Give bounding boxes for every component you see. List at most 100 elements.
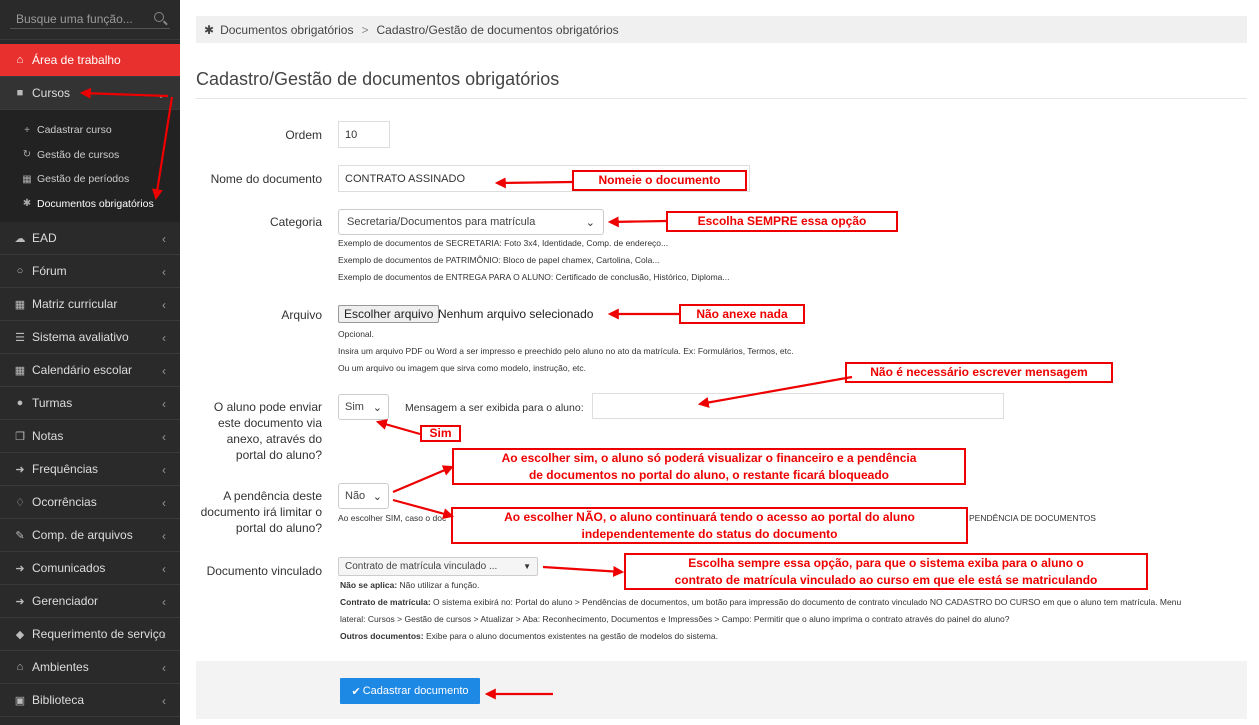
categoria-help: Exemplo de documentos de SECRETARIA: Fot… (338, 235, 730, 286)
calendar-icon: ▦ (22, 173, 32, 185)
annotation-line: Ao escolher sim, o aluno só poderá visua… (501, 450, 917, 465)
pendencia-help-start: Ao escolher SIM, caso o doc (338, 513, 447, 523)
sidebar-item-ambientes[interactable]: ⌂ Ambientes ‹ (0, 651, 180, 684)
sidebar-item-label: Sistema avaliativo (32, 330, 129, 344)
sidebar-item-area-de-trabalho[interactable]: ⌂ Área de trabalho (0, 44, 180, 77)
sidebar-item-label: Fórum (32, 264, 67, 278)
documento-vinculado-selected-value: Contrato de matrícula vinculado ... (345, 561, 498, 572)
sidebar-item-ead[interactable]: ☁ EAD ‹ (0, 222, 180, 255)
arquivo-label: Arquivo (281, 308, 322, 322)
enviar-anexo-selected-value: Sim (345, 401, 364, 413)
check-icon: ✔ (351, 685, 361, 698)
enviar-anexo-select[interactable]: Sim ⌄ (338, 394, 389, 420)
chevron-left-icon: ‹ (162, 562, 166, 576)
sidebar-item-ocorrencias[interactable]: ♢ Ocorrências ‹ (0, 486, 180, 519)
sidebar-item-sistema-avaliativo[interactable]: ☰ Sistema avaliativo ‹ (0, 321, 180, 354)
sidebar-item-turmas[interactable]: ● Turmas ‹ (0, 387, 180, 420)
sidebar-subitem-gestao-de-cursos[interactable]: ↻ Gestão de cursos (0, 143, 180, 168)
sidebar-item-comunicados[interactable]: ➜ Comunicados ‹ (0, 552, 180, 585)
sidebar-subitem-documentos-obrigatorios[interactable]: ✱ Documentos obrigatórios (0, 192, 180, 217)
chat-icon: ○ (16, 265, 24, 277)
chevron-left-icon: ‹ (162, 331, 166, 345)
breadcrumb-item-current: Cadastro/Gestão de documentos obrigatóri… (376, 22, 619, 37)
paperclip-icon: ✎ (15, 529, 25, 542)
sidebar: ⌂ Área de trabalho ■ Cursos ⌄ + Cadastra… (0, 0, 180, 725)
sidebar-item-frequencias[interactable]: ➜ Frequências ‹ (0, 453, 180, 486)
annotation-arquivo: Não anexe nada (679, 304, 805, 324)
sidebar-subitem-label: Cadastrar curso (37, 124, 112, 137)
help-line-outros: Outros documentos: Exibe para o aluno do… (340, 628, 1181, 645)
sidebar-item-notas[interactable]: ❐ Notas ‹ (0, 420, 180, 453)
categoria-selected-value: Secretaria/Documentos para matrícula (347, 216, 536, 228)
annotation-line: independentemente do status do documento (581, 526, 838, 541)
nome-documento-label: Nome do documento (210, 172, 322, 186)
cadastrar-documento-button[interactable]: ✔ Cadastrar documento (340, 678, 480, 704)
sidebar-item-label: Comunicados (32, 561, 106, 575)
sidebar-item-label: Turmas (32, 396, 73, 410)
tag-icon: ◆ (15, 628, 25, 641)
search-icon[interactable] (154, 12, 164, 22)
sidebar-subitem-cadastrar-curso[interactable]: + Cadastrar curso (0, 118, 180, 143)
sidebar-item-cursos[interactable]: ■ Cursos ⌄ (0, 77, 180, 110)
sidebar-item-forum[interactable]: ○ Fórum ‹ (0, 255, 180, 288)
sidebar-item-label: Notas (32, 429, 64, 443)
sidebar-item-requerimento-de-servico[interactable]: ◆ Requerimento de serviço ‹ (0, 618, 180, 651)
sign-in-icon: ➜ (15, 562, 25, 575)
users-icon: ● (16, 397, 24, 409)
ordem-input[interactable]: 10 (338, 121, 390, 148)
choose-file-button[interactable]: Escolher arquivo (338, 305, 440, 323)
submit-label: Cadastrar documento (362, 685, 469, 697)
categoria-select[interactable]: Secretaria/Documentos para matrícula ⌄ (338, 209, 604, 235)
documento-vinculado-select[interactable]: Contrato de matrícula vinculado ... ▼ (338, 557, 538, 576)
asterisk-icon: ✱ (22, 198, 32, 210)
chevron-left-icon: ‹ (162, 595, 166, 609)
enviar-anexo-label: O aluno pode enviar este documento via a… (213, 400, 322, 462)
home-icon: ⌂ (16, 661, 24, 673)
pendencia-select[interactable]: Não ⌄ (338, 483, 389, 509)
chevron-left-icon: ‹ (162, 463, 166, 477)
sidebar-item-label: EAD (32, 231, 57, 245)
chevron-left-icon: ‹ (162, 430, 166, 444)
book-icon: ▣ (14, 694, 26, 707)
calendar-icon: ▦ (14, 364, 26, 377)
sidebar-item-comp-de-arquivos[interactable]: ✎ Comp. de arquivos ‹ (0, 519, 180, 552)
sidebar-search (0, 0, 180, 40)
help-bold: Contrato de matrícula: (340, 597, 431, 607)
annotation-line: contrato de matrícula vinculado ao curso… (674, 572, 1098, 587)
sidebar-item-calendario-escolar[interactable]: ▦ Calendário escolar ‹ (0, 354, 180, 387)
caret-down-icon: ▼ (523, 562, 531, 571)
chevron-left-icon: ‹ (162, 694, 166, 708)
categoria-help-line: Exemplo de documentos de ENTREGA PARA O … (338, 272, 730, 282)
categoria-help-line: Exemplo de documentos de SECRETARIA: Fot… (338, 238, 669, 248)
no-file-selected-text: Nenhum arquivo selecionado (438, 307, 594, 321)
mensagem-input[interactable] (592, 393, 1004, 419)
sidebar-subitem-label: Gestão de períodos (37, 173, 130, 186)
chevron-left-icon: ‹ (162, 496, 166, 510)
breadcrumb-separator: > (361, 22, 369, 37)
breadcrumb-item-documentos[interactable]: Documentos obrigatórios (220, 23, 353, 37)
annotation-mensagem: Não é necessário escrever mensagem (845, 362, 1113, 383)
mensagem-label: Mensagem a ser exibida para o aluno: (405, 402, 584, 414)
help-line-contrato: Contrato de matrícula: O sistema exibirá… (340, 594, 1181, 611)
pendencia-selected-value: Não (345, 490, 366, 502)
annotation-nomeie: Nomeie o documento (572, 170, 747, 191)
annotation-categoria: Escolha SEMPRE essa opção (666, 211, 898, 232)
sidebar-item-matriz-curricular[interactable]: ▦ Matriz curricular ‹ (0, 288, 180, 321)
sidebar-item-label: Requerimento de serviço (32, 627, 166, 641)
sidebar-item-label: Ocorrências (32, 495, 97, 509)
categoria-label: Categoria (269, 215, 322, 229)
breadcrumb: ✱ Documentos obrigatórios > Cadastro/Ges… (196, 16, 1247, 43)
sidebar-item-gerenciador[interactable]: ➜ Gerenciador ‹ (0, 585, 180, 618)
search-input[interactable] (10, 9, 170, 29)
sidebar-subitem-gestao-de-periodos[interactable]: ▦ Gestão de períodos (0, 167, 180, 192)
chevron-left-icon: ‹ (162, 397, 166, 411)
grid-icon: ▦ (14, 298, 26, 311)
sidebar-subitem-label: Gestão de cursos (37, 148, 120, 161)
arrow-sim (375, 419, 421, 436)
sidebar-item-label: Frequências (32, 462, 99, 476)
chevron-left-icon: ‹ (162, 232, 166, 246)
sign-in-icon: ➜ (15, 595, 25, 608)
help-bold: Outros documentos: (340, 631, 424, 641)
ordem-label: Ordem (285, 128, 322, 142)
sidebar-item-biblioteca[interactable]: ▣ Biblioteca ‹ (0, 684, 180, 717)
